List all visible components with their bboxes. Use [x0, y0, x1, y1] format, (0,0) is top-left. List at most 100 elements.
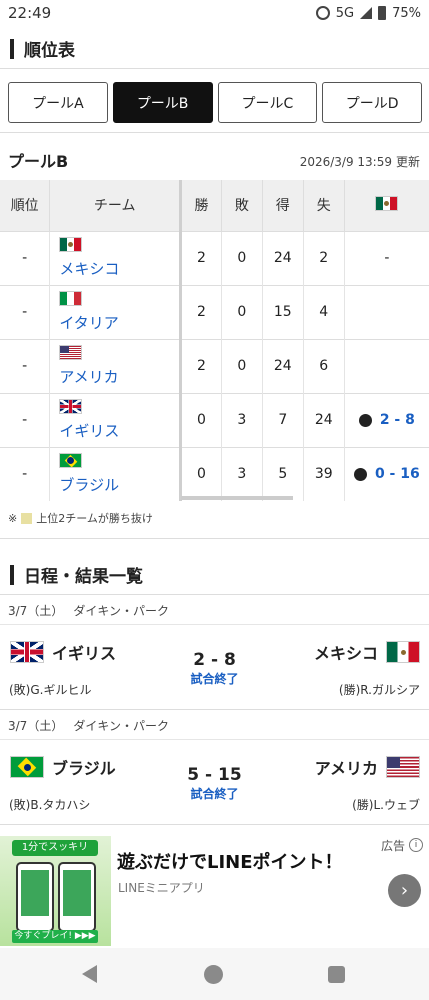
row-team: メキシコ [49, 230, 183, 285]
status-time: 22:49 [8, 4, 52, 22]
row-wins: 0 [180, 446, 222, 501]
h2h-score-link[interactable]: 0 - 16 [375, 466, 420, 482]
match-score[interactable]: 5 - 15 [0, 765, 429, 785]
ad-label: 広告 [380, 839, 405, 853]
header-team: チーム [49, 180, 183, 231]
tab-pool-d[interactable]: プールD [322, 82, 422, 123]
winning-pitcher: (勝)R.ガルシア [338, 683, 420, 697]
header-runs-against: 失 [303, 180, 345, 231]
team-link-italy[interactable]: イタリア [59, 312, 179, 333]
match-meta: 3/7（土） ダイキン・パーク [8, 602, 179, 619]
header-runs-for: 得 [262, 180, 304, 231]
mexico-flag-icon [375, 195, 399, 211]
system-nav-bar [0, 948, 429, 1000]
network-label: 5G [335, 5, 355, 21]
row-runs-against: 4 [303, 284, 345, 339]
tab-pool-c[interactable]: プールC [217, 82, 318, 123]
row-runs-for: 7 [262, 392, 304, 447]
row-team: ブラジル [49, 446, 183, 501]
row-runs-for: 24 [262, 230, 304, 285]
heading-bar [10, 38, 14, 59]
standings-table: 順位 チーム 勝 敗 得 失 - メキシコ 2 0 24 2 - - イタリア … [0, 180, 429, 501]
ad-banner[interactable]: 1分でスッキリ 今すぐプレイ! ▶▶▶ 遊ぶだけでLINEポイント！ LINEミ… [0, 836, 429, 948]
pool-title: プールB [8, 152, 69, 171]
alarm-icon [315, 6, 330, 20]
row-h2h [344, 284, 429, 339]
divider [0, 824, 429, 825]
tab-pool-b[interactable]: プールB [112, 82, 213, 123]
header-rank: 順位 [0, 180, 51, 231]
table-row: - アメリカ 2 0 24 6 [0, 338, 429, 393]
signal-icon [360, 7, 373, 19]
recent-apps-icon[interactable] [328, 966, 345, 983]
divider [0, 68, 429, 69]
row-losses: 3 [221, 446, 263, 501]
row-runs-against: 2 [303, 230, 345, 285]
row-wins: 2 [180, 230, 222, 285]
row-rank: - [0, 230, 51, 285]
row-team: イタリア [49, 284, 183, 339]
row-h2h: - [344, 230, 429, 285]
match-venue: ダイキン・パーク [73, 604, 169, 618]
standings-heading: 順位表 [10, 36, 75, 61]
header-losses: 敗 [221, 180, 263, 231]
match-date: 3/7（土） [8, 719, 64, 733]
pool-tabs: プールA プールB プールC プールD [8, 82, 422, 123]
match-score[interactable]: 2 - 8 [0, 650, 429, 670]
losing-pitcher: (敗)G.ギルヒル [9, 683, 92, 697]
uk-flag-icon [59, 399, 83, 414]
team-link-mexico[interactable]: メキシコ [59, 258, 179, 279]
back-icon[interactable] [82, 965, 97, 983]
ad-title[interactable]: 遊ぶだけでLINEポイント！ [117, 848, 343, 874]
qualification-note: ※ 上位2チームが勝ち抜け [8, 510, 153, 526]
status-bar: 22:49 5G 75% [0, 0, 429, 26]
row-team: イギリス [49, 392, 183, 447]
divider [0, 624, 429, 625]
row-runs-against: 6 [303, 338, 345, 393]
table-row: - ブラジル 0 3 5 39 0 - 16 [0, 446, 429, 501]
table-horizontal-scrollbar[interactable] [181, 496, 293, 500]
divider [0, 538, 429, 539]
mexico-flag-icon [59, 237, 83, 252]
ad-image[interactable]: 1分でスッキリ 今すぐプレイ! ▶▶▶ [0, 836, 111, 946]
note-text: 上位2チームが勝ち抜け [36, 512, 153, 525]
ad-info-icon[interactable]: i [409, 838, 423, 852]
row-team: アメリカ [49, 338, 183, 393]
loss-dot-icon [353, 467, 367, 481]
row-runs-against: 39 [303, 446, 345, 501]
phone-illustration-icon [58, 862, 96, 932]
ad-subtitle: LINEミニアプリ [118, 881, 205, 895]
row-wins: 2 [180, 338, 222, 393]
row-losses: 0 [221, 338, 263, 393]
header-h2h-mexico [344, 180, 429, 231]
ad-image-cta: 今すぐプレイ! ▶▶▶ [12, 930, 98, 943]
ad-arrow-button[interactable]: › [388, 874, 421, 907]
loss-dot-icon [358, 413, 372, 427]
updated-label: 更新 [395, 155, 420, 169]
team-link-usa[interactable]: アメリカ [59, 366, 179, 387]
ad-image-band: 1分でスッキリ [12, 840, 98, 856]
home-icon[interactable] [204, 965, 223, 984]
table-row: - イギリス 0 3 7 24 2 - 8 [0, 392, 429, 447]
team-link-brazil[interactable]: ブラジル [59, 474, 179, 495]
row-losses: 0 [221, 284, 263, 339]
divider [0, 132, 429, 133]
usa-flag-icon [59, 345, 83, 360]
tab-pool-a[interactable]: プールA [8, 82, 108, 123]
updated-datetime: 2026/3/9 13:59 [299, 155, 392, 169]
schedule-heading: 日程・結果一覧 [10, 562, 143, 587]
row-rank: - [0, 446, 51, 501]
row-wins: 0 [180, 392, 222, 447]
row-h2h[interactable]: 0 - 16 [344, 446, 429, 501]
h2h-score-link[interactable]: 2 - 8 [380, 412, 415, 428]
team-link-uk[interactable]: イギリス [59, 420, 179, 441]
phone-illustration-icon [16, 862, 54, 932]
row-runs-against: 24 [303, 392, 345, 447]
row-runs-for: 24 [262, 338, 304, 393]
row-losses: 0 [221, 230, 263, 285]
table-row: - イタリア 2 0 15 4 [0, 284, 429, 339]
battery-level: 75% [392, 5, 421, 21]
divider [0, 709, 429, 710]
losing-pitcher: (敗)B.タカハシ [9, 798, 91, 812]
row-h2h[interactable]: 2 - 8 [344, 392, 429, 447]
